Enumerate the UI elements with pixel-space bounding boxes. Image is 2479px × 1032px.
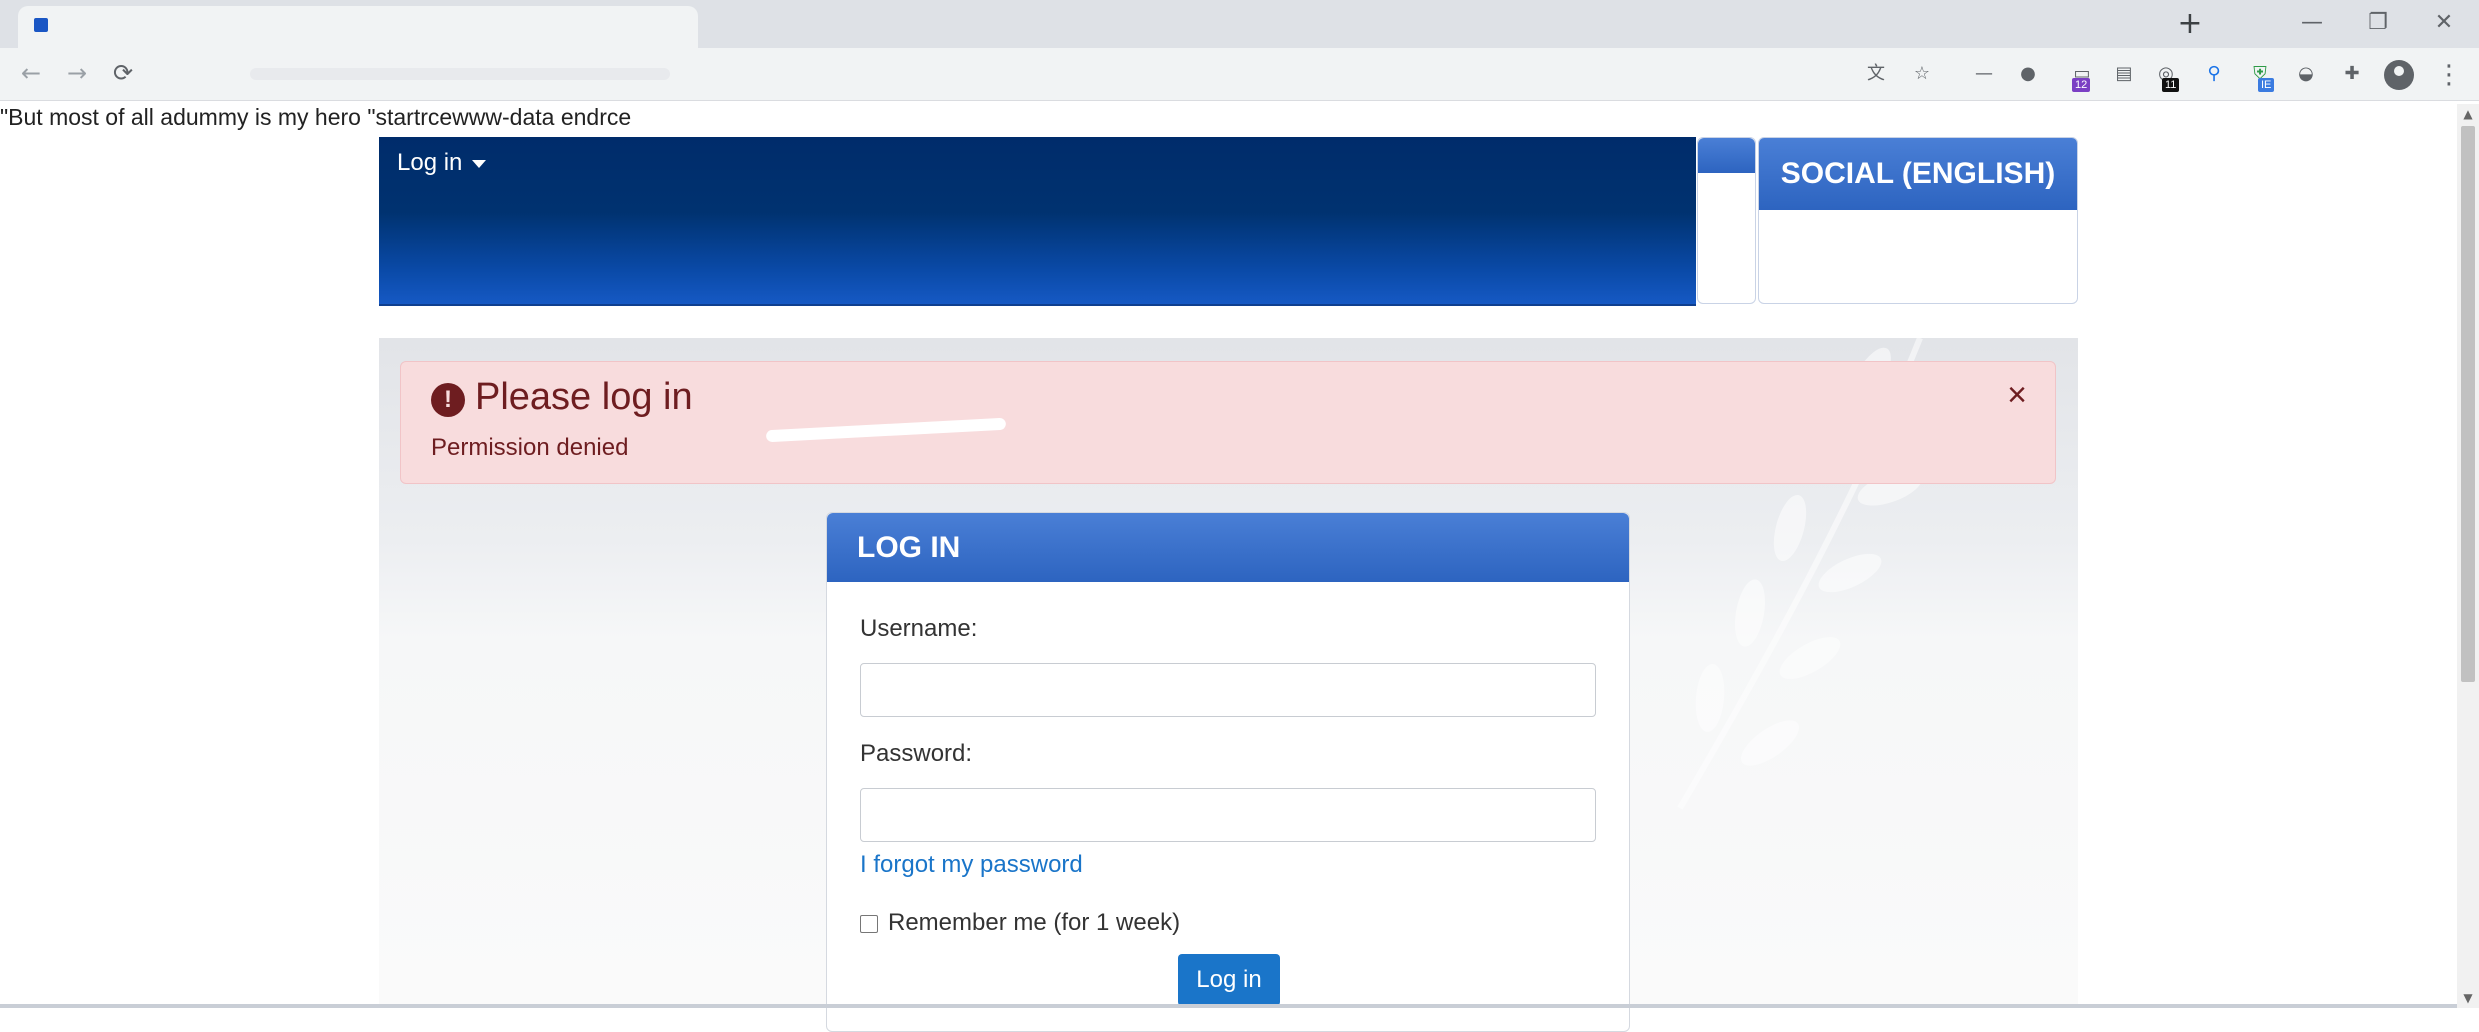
social-block-title: SOCIAL (ENGLISH) [1759,138,2077,210]
login-submit-button[interactable]: Log in [1178,954,1280,1006]
user-menu-toggle[interactable]: Log in [397,149,487,177]
user-menu-label: Log in [397,149,463,176]
side-block-narrow [1697,137,1756,304]
exclamation-circle-icon: ! [431,383,465,417]
extension-pin-icon[interactable]: ⚲ [2202,62,2226,86]
remember-me-row[interactable]: Remember me (for 1 week) [860,909,1180,937]
browser-toolbar: ← → ⟳ 文 ☆ — ● ▭ 12 ▤ ◎ 11 ⚲ ⛨ IE ◒ ✚ ⋮ [0,48,2479,101]
username-label: Username: [860,615,978,642]
password-input[interactable] [860,788,1596,842]
social-block: SOCIAL (ENGLISH) [1758,137,2078,304]
browser-menu-icon[interactable]: ⋮ [2436,60,2462,90]
debug-output-text: "But most of all adummy is my hero "star… [0,104,632,130]
translate-icon[interactable]: 文 [1864,62,1888,86]
password-label: Password: [860,740,973,767]
extension-hat-icon[interactable]: ◒ [2294,62,2318,86]
bottom-edge-divider [0,1004,2457,1008]
extensions-puzzle-icon[interactable]: ✚ [2340,62,2364,86]
browser-tabstrip: + — ❐ ✕ [0,0,2479,48]
alert-close-icon[interactable]: × [2007,376,2027,415]
extension-badge: IE [2258,78,2275,92]
address-text-redacted [250,68,670,80]
site-header: Log in [379,137,1696,306]
new-tab-button[interactable]: + [2174,8,2206,40]
extension-badge: 11 [2162,78,2180,92]
scrollbar-thumb[interactable] [2461,126,2475,682]
remember-me-label: Remember me (for 1 week) [888,909,1181,936]
minimize-button[interactable]: — [2282,6,2342,40]
profile-avatar-icon[interactable] [2384,60,2414,90]
scroll-down-icon[interactable]: ▼ [2457,988,2479,1008]
alert-title: Please log in [475,376,693,418]
forward-button[interactable]: → [62,58,92,88]
alert-message: Permission denied [431,434,629,461]
login-card-title: LOG IN [827,513,1629,582]
extension-dash-icon[interactable]: — [1972,62,1996,86]
login-card: LOG IN Username: Password: I forgot my p… [826,512,1630,1032]
side-block-narrow-header [1698,138,1755,173]
extension-badge: 12 [2072,78,2091,92]
close-window-button[interactable]: ✕ [2414,6,2474,40]
username-input[interactable] [860,663,1596,717]
bookmark-star-icon[interactable]: ☆ [1910,62,1934,86]
extension-image-icon[interactable]: ▤ [2112,62,2136,86]
page-scrollbar[interactable]: ▲ ▼ [2457,104,2479,1008]
restore-button[interactable]: ❐ [2348,6,2408,40]
forgot-password-link[interactable]: I forgot my password [860,851,1083,879]
extension-dark-circle-icon[interactable]: ● [2016,62,2040,86]
address-bar[interactable] [230,56,1930,92]
tab-favicon-icon [34,18,48,32]
back-button[interactable]: ← [16,58,46,88]
redaction-mark [765,417,1007,443]
reload-button[interactable]: ⟳ [108,58,138,88]
browser-tab-active[interactable] [18,6,698,48]
scroll-up-icon[interactable]: ▲ [2457,104,2479,124]
caret-down-icon [472,159,487,168]
remember-me-checkbox[interactable] [860,914,878,933]
error-alert: ! Please log in Permission denied × [400,361,2056,484]
